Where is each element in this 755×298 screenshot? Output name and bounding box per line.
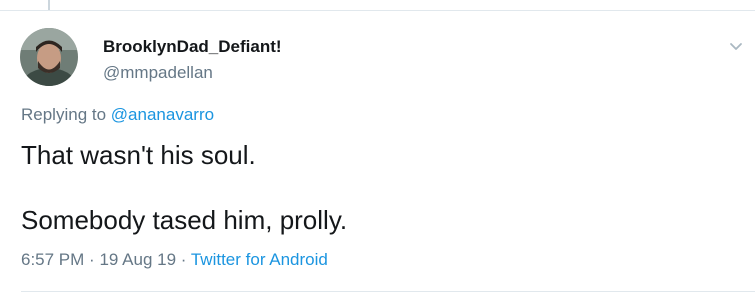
tweet-top-divider bbox=[0, 10, 755, 11]
display-name[interactable]: BrooklynDad_Defiant! bbox=[103, 37, 282, 57]
chevron-down-icon[interactable] bbox=[728, 40, 744, 54]
replying-to-label: Replying to bbox=[21, 105, 107, 124]
tweet-bottom-divider bbox=[21, 291, 755, 292]
avatar[interactable] bbox=[20, 28, 78, 86]
replying-to: Replying to @ananavarro bbox=[21, 105, 214, 125]
tweet-text-line-2: Somebody tased him, prolly. bbox=[21, 205, 348, 235]
tweet-date[interactable]: 19 Aug 19 bbox=[99, 250, 176, 269]
reply-mention-link[interactable]: @ananavarro bbox=[111, 105, 214, 124]
tweet-metadata: 6:57 PM · 19 Aug 19 · Twitter for Androi… bbox=[21, 250, 328, 270]
tweet-time[interactable]: 6:57 PM bbox=[21, 250, 84, 269]
meta-separator: · bbox=[89, 250, 95, 269]
user-avatar-image bbox=[20, 28, 78, 86]
tweet-source-link[interactable]: Twitter for Android bbox=[191, 250, 328, 269]
meta-separator: · bbox=[180, 250, 187, 269]
user-handle[interactable]: @mmpadellan bbox=[103, 63, 213, 83]
thread-connector-line bbox=[48, 0, 50, 10]
tweet-text-line-1: That wasn't his soul. bbox=[21, 140, 256, 170]
